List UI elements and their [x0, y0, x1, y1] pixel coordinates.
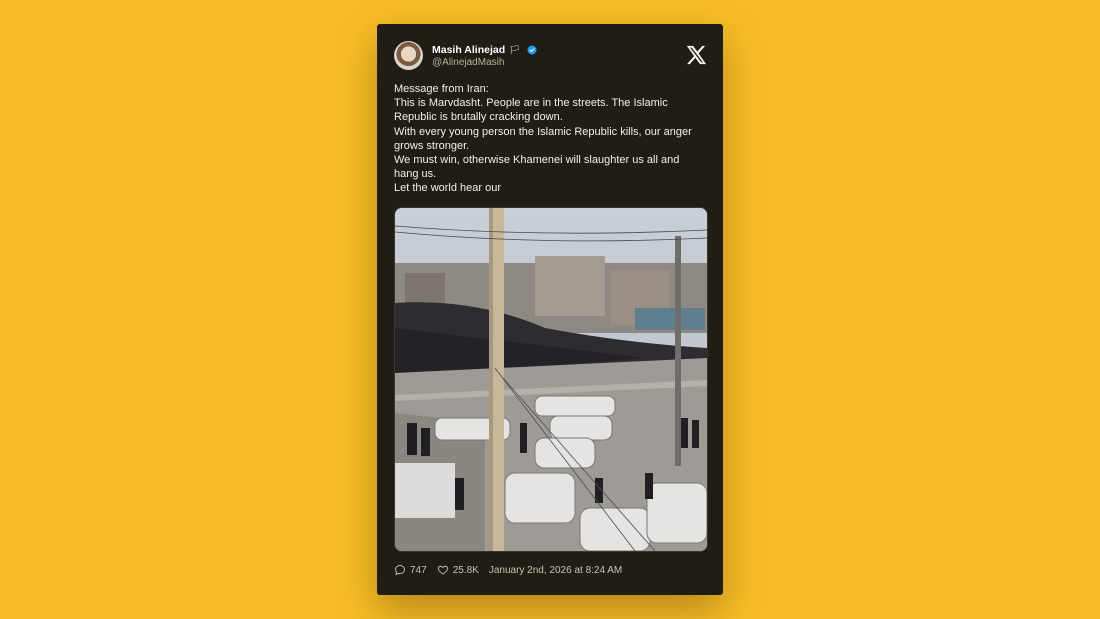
x-logo-icon[interactable]: [685, 44, 707, 66]
like-count-group[interactable]: 25.8K: [437, 564, 479, 576]
reply-count-group[interactable]: 747: [394, 564, 427, 576]
reply-count: 747: [410, 564, 427, 576]
like-count: 25.8K: [452, 564, 479, 576]
tweet-footer: 747 25.8K January 2nd, 2026 at 8:24 AM: [394, 564, 622, 576]
verified-badge-icon: [527, 45, 537, 55]
tweet-timestamp[interactable]: January 2nd, 2026 at 8:24 AM: [489, 565, 622, 576]
tweet-line: Message from Iran:: [394, 83, 489, 95]
avatar[interactable]: [394, 41, 423, 70]
tweet-line: This is Marvdasht. People are in the str…: [394, 97, 668, 124]
author-handle[interactable]: @AlinejadMasih: [432, 57, 504, 68]
tweet-line: Let the world hear our: [394, 182, 502, 195]
heart-icon: [437, 565, 448, 575]
comment-icon: [395, 565, 405, 576]
white-flag-icon: 🏳: [509, 44, 521, 55]
tweet-line: We must win, otherwise Khamenei will sla…: [394, 154, 680, 181]
street-protest-photo[interactable]: [394, 207, 708, 552]
author-name[interactable]: Masih Alinejad: [432, 44, 505, 56]
tweet-text: Message from Iran: This is Marvdasht. Pe…: [394, 82, 706, 196]
tweet-card: Masih Alinejad 🏳 @AlinejadMasih Message …: [377, 24, 723, 595]
author-name-row: Masih Alinejad 🏳: [432, 44, 537, 56]
tweet-line: With every young person the Islamic Repu…: [394, 125, 692, 152]
